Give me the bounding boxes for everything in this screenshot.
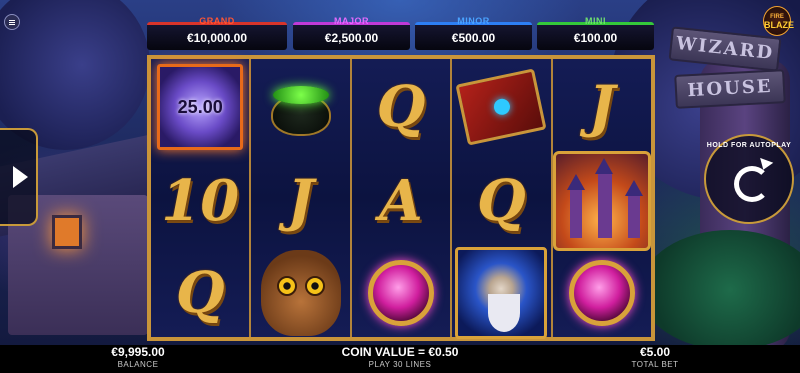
background-bush: [640, 230, 800, 345]
symbol-10: 10: [161, 168, 240, 234]
total-bet-label: TOTAL BET: [631, 360, 679, 369]
jackpot-major-label: MAJOR: [333, 16, 369, 26]
symbol-cell: A: [352, 155, 450, 247]
reel-3: Q A: [351, 59, 453, 339]
symbol-cell: 10: [151, 155, 249, 247]
cauldron-symbol: [267, 78, 335, 136]
symbol-cell: Q: [352, 61, 450, 153]
house-window: [52, 215, 82, 249]
fire-blaze-logo: FIRE BLAZE: [763, 6, 794, 36]
total-bet-value: €5.00: [639, 345, 671, 359]
coin-value: COIN VALUE = €0.50: [341, 345, 459, 359]
reel-2: J: [251, 59, 352, 339]
symbol-cell: [251, 247, 349, 339]
symbol-q: Q: [477, 168, 526, 234]
menu-button[interactable]: [4, 14, 20, 30]
symbol-cell: [452, 247, 550, 339]
house-sign: HOUSE: [674, 69, 786, 109]
symbol-cell: Q: [452, 155, 550, 247]
ring-symbol: [368, 260, 435, 326]
symbol-cell: [552, 151, 651, 251]
lines-label: PLAY 30 LINES: [368, 360, 432, 369]
symbol-cell: [251, 61, 349, 153]
symbol-cell: J: [251, 155, 349, 247]
jackpot-major: MAJOR €2,500.00: [293, 16, 410, 50]
reel-1: 25.00 10 Q: [151, 59, 252, 339]
symbol-j: J: [588, 74, 616, 140]
symbol-j: J: [287, 168, 314, 234]
symbol-cell: Q: [151, 247, 249, 339]
jackpot-major-value: €2,500.00: [324, 31, 379, 45]
play-arrow-icon: [12, 166, 28, 188]
wizard-symbol: [455, 247, 548, 339]
total-bet-display[interactable]: €5.00 TOTAL BET: [610, 345, 700, 370]
spin-autoplay-button[interactable]: HOLD FOR AUTOPLAY: [704, 134, 794, 224]
ring-symbol: [568, 260, 635, 326]
symbol-cell: [352, 247, 450, 339]
orb-value: 25.00: [177, 96, 223, 117]
owl-symbol: [260, 250, 341, 336]
jackpot-grand-value: €10,000.00: [186, 31, 248, 45]
reel-grid[interactable]: 25.00 10 Q J Q A Q J: [147, 55, 655, 341]
bottom-bar: €9,995.00 BALANCE COIN VALUE = €0.50 PLA…: [0, 345, 800, 373]
spellbook-symbol: [455, 68, 547, 146]
orb-bonus-symbol: 25.00: [157, 64, 244, 150]
symbol-q: Q: [376, 74, 426, 140]
jackpot-mini-value: €100.00: [573, 31, 618, 45]
balance-label: BALANCE: [117, 360, 159, 369]
jackpot-minor: MINOR €500.00: [415, 16, 532, 50]
reel-5: J: [552, 59, 652, 339]
symbol-cell: J: [553, 61, 651, 153]
spin-icon: [734, 166, 770, 202]
symbol-cell: [452, 61, 550, 153]
castle-symbol: [552, 151, 651, 251]
side-panel-toggle-button[interactable]: [0, 128, 38, 226]
jackpot-grand-label: GRAND: [199, 16, 235, 26]
jackpot-mini-label: MINI: [585, 16, 606, 26]
symbol-cell: [553, 247, 651, 339]
symbol-q: Q: [175, 260, 225, 326]
hamburger-icon: [9, 21, 15, 23]
reel-4: Q: [452, 59, 553, 339]
balance-value: €9,995.00: [111, 345, 165, 359]
jackpot-minor-label: MINOR: [457, 16, 490, 26]
autoplay-label: HOLD FOR AUTOPLAY: [706, 142, 792, 149]
jackpot-mini: MINI €100.00: [537, 16, 654, 50]
symbol-cell: 25.00: [151, 61, 249, 153]
balance-display: €9,995.00 BALANCE: [88, 345, 188, 370]
jackpot-minor-value: €500.00: [451, 31, 496, 45]
symbol-a: A: [379, 168, 423, 234]
jackpot-grand: GRAND €10,000.00: [147, 16, 287, 50]
coin-value-display[interactable]: COIN VALUE = €0.50 PLAY 30 LINES: [300, 345, 500, 370]
